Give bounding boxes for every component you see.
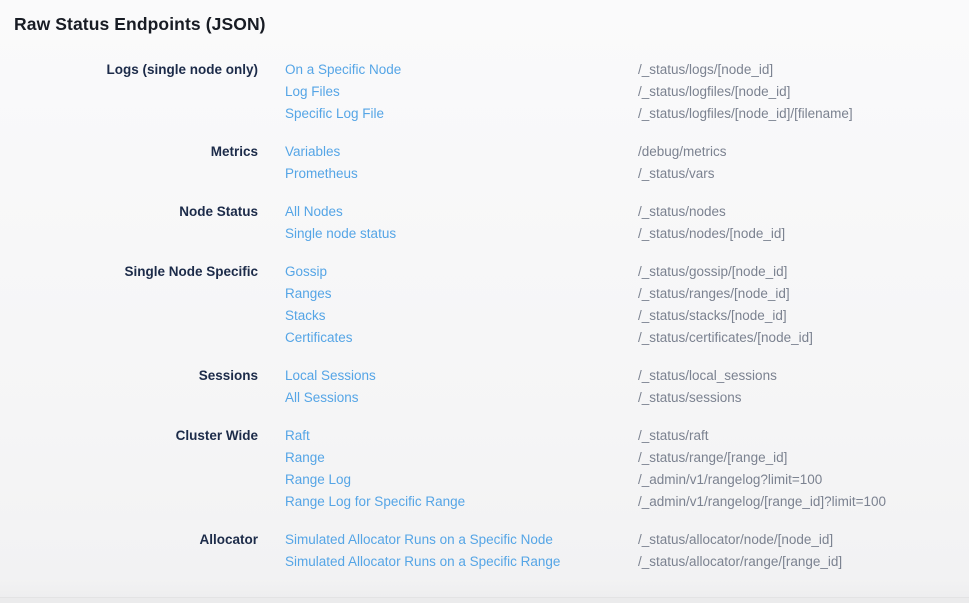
endpoint-link[interactable]: Range Log (285, 469, 638, 491)
endpoint-link[interactable]: Single node status (285, 223, 638, 245)
endpoint-row: Prometheus /_status/vars (285, 163, 969, 185)
endpoint-row: All Nodes /_status/nodes (285, 201, 969, 223)
endpoint-row: Variables /debug/metrics (285, 141, 969, 163)
endpoint-groups: Logs (single node only) On a Specific No… (0, 59, 969, 573)
group-items: Variables /debug/metrics Prometheus /_st… (285, 141, 969, 185)
endpoint-link[interactable]: Range Log for Specific Range (285, 491, 638, 513)
endpoint-row: Range Log for Specific Range /_admin/v1/… (285, 491, 969, 513)
endpoint-group: Allocator Simulated Allocator Runs on a … (0, 529, 969, 573)
group-items: Simulated Allocator Runs on a Specific N… (285, 529, 969, 573)
footer-strip (0, 597, 969, 603)
group-label: Node Status (14, 201, 258, 223)
endpoint-link[interactable]: Range (285, 447, 638, 469)
endpoint-group: Logs (single node only) On a Specific No… (0, 59, 969, 125)
endpoint-row: Simulated Allocator Runs on a Specific N… (285, 529, 969, 551)
endpoint-path: /_status/allocator/node/[node_id] (638, 529, 833, 551)
page-title: Raw Status Endpoints (JSON) (0, 0, 969, 36)
endpoint-link[interactable]: Gossip (285, 261, 638, 283)
group-label: Allocator (14, 529, 258, 551)
endpoint-link[interactable]: Simulated Allocator Runs on a Specific R… (285, 551, 638, 573)
group-label: Sessions (14, 365, 258, 387)
endpoint-link[interactable]: Specific Log File (285, 103, 638, 125)
endpoint-row: Ranges /_status/ranges/[node_id] (285, 283, 969, 305)
endpoint-group: Node Status All Nodes /_status/nodes Sin… (0, 201, 969, 245)
endpoint-row: Log Files /_status/logfiles/[node_id] (285, 81, 969, 103)
endpoint-link[interactable]: Ranges (285, 283, 638, 305)
endpoint-row: Single node status /_status/nodes/[node_… (285, 223, 969, 245)
endpoint-path: /_status/stacks/[node_id] (638, 305, 787, 327)
endpoint-row: Stacks /_status/stacks/[node_id] (285, 305, 969, 327)
endpoint-path: /_status/gossip/[node_id] (638, 261, 787, 283)
endpoint-link[interactable]: Log Files (285, 81, 638, 103)
group-items: On a Specific Node /_status/logs/[node_i… (285, 59, 969, 125)
endpoint-path: /_status/vars (638, 163, 715, 185)
endpoint-row: Local Sessions /_status/local_sessions (285, 365, 969, 387)
endpoint-row: Gossip /_status/gossip/[node_id] (285, 261, 969, 283)
endpoint-link[interactable]: On a Specific Node (285, 59, 638, 81)
group-items: Gossip /_status/gossip/[node_id] Ranges … (285, 261, 969, 349)
endpoint-row: Simulated Allocator Runs on a Specific R… (285, 551, 969, 573)
group-label: Cluster Wide (14, 425, 258, 447)
endpoint-path: /debug/metrics (638, 141, 727, 163)
endpoint-path: /_status/ranges/[node_id] (638, 283, 790, 305)
group-label: Metrics (14, 141, 258, 163)
endpoint-group: Cluster Wide Raft /_status/raft Range /_… (0, 425, 969, 513)
endpoint-row: Range Log /_admin/v1/rangelog?limit=100 (285, 469, 969, 491)
endpoint-row: On a Specific Node /_status/logs/[node_i… (285, 59, 969, 81)
endpoint-group: Metrics Variables /debug/metrics Prometh… (0, 141, 969, 185)
group-label: Single Node Specific (14, 261, 258, 283)
endpoint-path: /_status/range/[range_id] (638, 447, 787, 469)
endpoint-path: /_status/raft (638, 425, 709, 447)
endpoint-link[interactable]: All Nodes (285, 201, 638, 223)
endpoint-link[interactable]: Local Sessions (285, 365, 638, 387)
endpoint-link[interactable]: Variables (285, 141, 638, 163)
endpoint-link[interactable]: Certificates (285, 327, 638, 349)
group-items: Local Sessions /_status/local_sessions A… (285, 365, 969, 409)
endpoint-path: /_admin/v1/rangelog?limit=100 (638, 469, 822, 491)
endpoint-path: /_admin/v1/rangelog/[range_id]?limit=100 (638, 491, 886, 513)
endpoint-path: /_status/allocator/range/[range_id] (638, 551, 842, 573)
endpoint-path: /_status/logs/[node_id] (638, 59, 773, 81)
endpoint-row: All Sessions /_status/sessions (285, 387, 969, 409)
endpoint-link[interactable]: Simulated Allocator Runs on a Specific N… (285, 529, 638, 551)
endpoint-path: /_status/nodes/[node_id] (638, 223, 785, 245)
endpoint-group: Sessions Local Sessions /_status/local_s… (0, 365, 969, 409)
endpoint-row: Certificates /_status/certificates/[node… (285, 327, 969, 349)
endpoint-group: Single Node Specific Gossip /_status/gos… (0, 261, 969, 349)
group-items: All Nodes /_status/nodes Single node sta… (285, 201, 969, 245)
endpoint-path: /_status/logfiles/[node_id] (638, 81, 790, 103)
endpoint-link[interactable]: Raft (285, 425, 638, 447)
endpoint-path: /_status/nodes (638, 201, 726, 223)
group-items: Raft /_status/raft Range /_status/range/… (285, 425, 969, 513)
endpoint-row: Raft /_status/raft (285, 425, 969, 447)
endpoint-row: Specific Log File /_status/logfiles/[nod… (285, 103, 969, 125)
group-label: Logs (single node only) (14, 59, 258, 81)
endpoint-path: /_status/local_sessions (638, 365, 777, 387)
endpoint-link[interactable]: All Sessions (285, 387, 638, 409)
endpoint-link[interactable]: Stacks (285, 305, 638, 327)
endpoint-row: Range /_status/range/[range_id] (285, 447, 969, 469)
endpoint-path: /_status/logfiles/[node_id]/[filename] (638, 103, 853, 125)
endpoint-path: /_status/sessions (638, 387, 742, 409)
endpoint-link[interactable]: Prometheus (285, 163, 638, 185)
endpoint-path: /_status/certificates/[node_id] (638, 327, 813, 349)
